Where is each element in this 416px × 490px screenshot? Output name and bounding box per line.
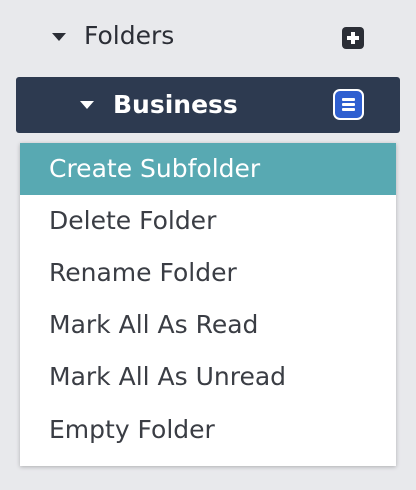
menu-bar	[342, 103, 355, 106]
menu-item-label: Create Subfolder	[49, 154, 261, 183]
menu-item-delete-folder[interactable]: Delete Folder	[20, 195, 396, 247]
menu-item-create-subfolder[interactable]: Create Subfolder	[20, 143, 396, 195]
folder-context-menu: Create Subfolder Delete Folder Rename Fo…	[20, 143, 396, 466]
menu-item-empty-folder[interactable]: Empty Folder	[20, 404, 396, 456]
menu-item-label: Rename Folder	[49, 258, 237, 287]
menu-item-rename-folder[interactable]: Rename Folder	[20, 247, 396, 299]
menu-item-label: Empty Folder	[49, 415, 215, 444]
menu-bar	[342, 98, 355, 101]
folder-row-business[interactable]: Business	[16, 77, 400, 133]
add-folder-icon[interactable]	[342, 27, 364, 49]
menu-item-mark-all-read[interactable]: Mark All As Read	[20, 299, 396, 351]
folders-header[interactable]: Folders	[0, 14, 416, 58]
caret-down-icon[interactable]	[52, 33, 66, 41]
menu-item-mark-all-unread[interactable]: Mark All As Unread	[20, 351, 396, 403]
caret-down-icon[interactable]	[80, 101, 94, 109]
menu-item-label: Mark All As Read	[49, 310, 259, 339]
hamburger-menu-icon[interactable]	[333, 89, 364, 120]
menu-item-label: Delete Folder	[49, 206, 217, 235]
folders-label: Folders	[84, 21, 175, 50]
menu-bar	[342, 108, 355, 111]
folder-label: Business	[113, 90, 238, 119]
menu-item-label: Mark All As Unread	[49, 362, 287, 391]
